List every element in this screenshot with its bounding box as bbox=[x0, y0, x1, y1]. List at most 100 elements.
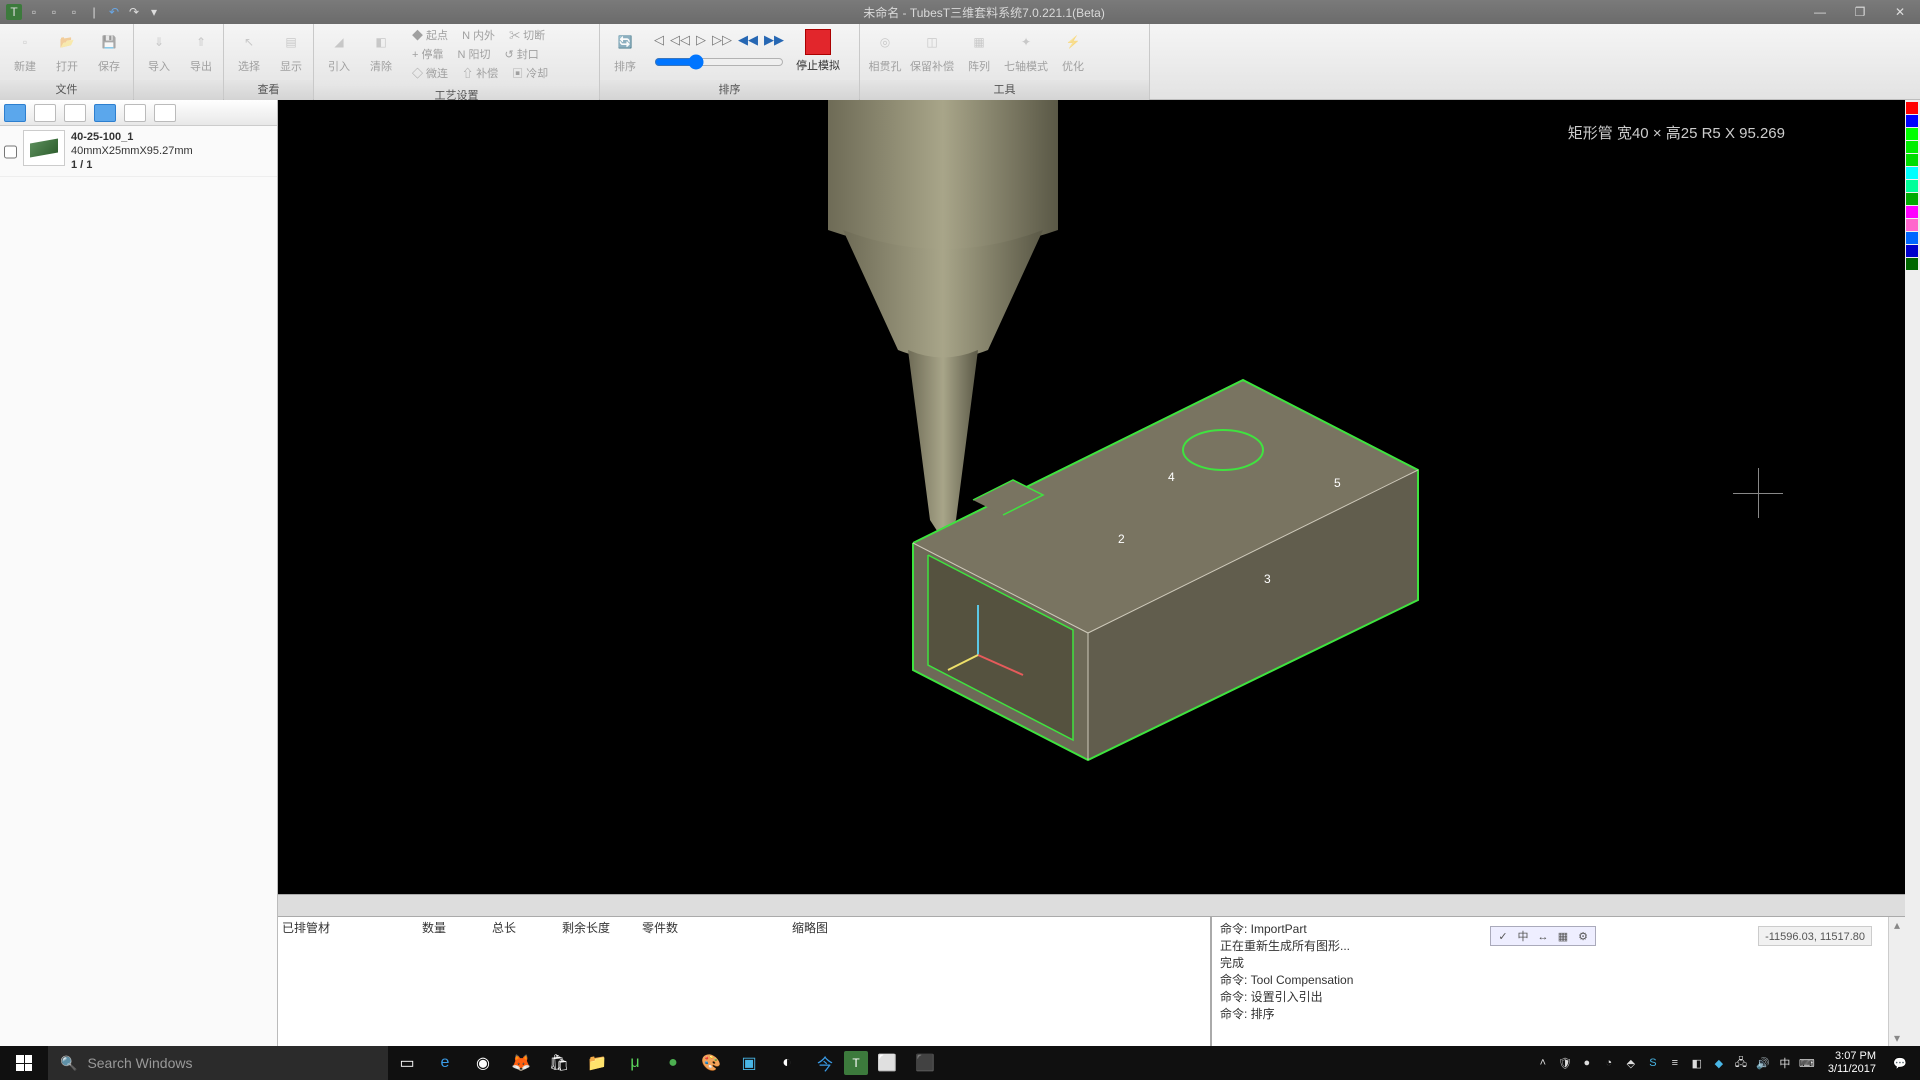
qat-new-icon[interactable]: ▫ bbox=[26, 4, 42, 20]
startpoint-button[interactable]: ◆ 起点 bbox=[410, 26, 450, 44]
store-icon[interactable]: 🛍 bbox=[540, 1046, 578, 1080]
layer-color-swatch[interactable] bbox=[1906, 141, 1918, 153]
qat-save-icon[interactable]: ▫ bbox=[66, 4, 82, 20]
optimize-button[interactable]: ⚡优化 bbox=[1054, 26, 1092, 76]
parts-tool-4-icon[interactable] bbox=[94, 104, 116, 122]
layer-color-swatch[interactable] bbox=[1906, 193, 1918, 205]
maximize-button[interactable]: ❐ bbox=[1840, 0, 1880, 24]
cut-button[interactable]: ✂ 切断 bbox=[507, 26, 547, 44]
sevenaxis-button[interactable]: ✦七轴模式 bbox=[1002, 26, 1050, 76]
layer-color-swatch[interactable] bbox=[1906, 167, 1918, 179]
app-icon-1[interactable]: 🎨 bbox=[692, 1046, 730, 1080]
compensate-button[interactable]: ⇧ 补偿 bbox=[460, 64, 500, 82]
sim-step-back-icon[interactable]: ◁◁ bbox=[670, 32, 690, 48]
camtasia-icon[interactable]: ⬜ bbox=[868, 1046, 906, 1080]
app-icon-4[interactable]: 今 bbox=[806, 1046, 844, 1080]
cooling-button[interactable]: ▣ 冷却 bbox=[510, 64, 550, 82]
tray-shield-icon[interactable]: 🛡 bbox=[1556, 1054, 1574, 1072]
action-center-icon[interactable]: 💬 bbox=[1888, 1054, 1912, 1072]
export-button[interactable]: ⇑导出 bbox=[182, 26, 220, 76]
parts-tool-2-icon[interactable] bbox=[34, 104, 56, 122]
inout-button[interactable]: N 内外 bbox=[460, 26, 497, 44]
microjoint-button[interactable]: ◇ 微连 bbox=[410, 64, 450, 82]
tray-icon-4[interactable]: S bbox=[1644, 1054, 1662, 1072]
edge-icon[interactable]: e bbox=[426, 1046, 464, 1080]
layer-color-swatch[interactable] bbox=[1906, 206, 1918, 218]
autosort-button[interactable]: 🔄排序 bbox=[606, 26, 644, 76]
sim-speed-slider[interactable] bbox=[654, 54, 784, 70]
wechat-icon[interactable]: ● bbox=[654, 1046, 692, 1080]
status-icon-grid[interactable]: ▦ bbox=[1554, 928, 1572, 944]
app-icon-2[interactable]: ▣ bbox=[730, 1046, 768, 1080]
tray-icon-6[interactable]: ◧ bbox=[1688, 1054, 1706, 1072]
firefox-icon[interactable]: 🦊 bbox=[502, 1046, 540, 1080]
new-button[interactable]: ▫新建 bbox=[6, 26, 44, 76]
tray-icon-2[interactable]: ◔ bbox=[1600, 1054, 1618, 1072]
array-button[interactable]: ▦阵列 bbox=[960, 26, 998, 76]
status-icon-check[interactable]: ✓ bbox=[1494, 928, 1512, 944]
qat-icon-1[interactable]: T bbox=[6, 4, 22, 20]
layer-color-swatch[interactable] bbox=[1906, 102, 1918, 114]
taskbar-clock[interactable]: 3:07 PM 3/11/2017 bbox=[1820, 1050, 1884, 1076]
qat-undo-icon[interactable]: ↶ bbox=[106, 4, 122, 20]
viewport-3d[interactable]: 矩形管 宽40 × 高25 R5 X 95.269 bbox=[278, 100, 1905, 894]
status-icon-ime[interactable]: 中 bbox=[1514, 928, 1532, 944]
part-checkbox[interactable] bbox=[4, 132, 17, 172]
recorder-icon[interactable]: ⬛ bbox=[906, 1046, 944, 1080]
task-view-icon[interactable]: ▭ bbox=[388, 1046, 426, 1080]
display-button[interactable]: ▤显示 bbox=[272, 26, 310, 76]
tray-icon-3[interactable]: ⬘ bbox=[1622, 1054, 1640, 1072]
seal-button[interactable]: ↺ 封口 bbox=[502, 45, 540, 63]
status-icon-settings[interactable]: ⚙ bbox=[1574, 928, 1592, 944]
leadin-button[interactable]: ◢引入 bbox=[320, 26, 358, 76]
dock-button[interactable]: + 停靠 bbox=[410, 45, 445, 63]
sim-play-icon[interactable]: ▷ bbox=[696, 32, 706, 48]
tray-icon-1[interactable]: ● bbox=[1578, 1054, 1596, 1072]
part-item[interactable]: 40-25-100_1 40mmX25mmX95.27mm 1 / 1 bbox=[0, 126, 277, 177]
select-button[interactable]: ↖选择 bbox=[230, 26, 268, 76]
minimize-button[interactable]: — bbox=[1800, 0, 1840, 24]
open-button[interactable]: 📂打开 bbox=[48, 26, 86, 76]
explorer-icon[interactable]: 📁 bbox=[578, 1046, 616, 1080]
sim-step-fwd-icon[interactable]: ▷▷ bbox=[712, 32, 732, 48]
layer-color-swatch[interactable] bbox=[1906, 245, 1918, 257]
status-icon-pan[interactable]: ↔ bbox=[1534, 928, 1552, 944]
clear-button[interactable]: ◧清除 bbox=[362, 26, 400, 76]
chrome-icon[interactable]: ◉ bbox=[464, 1046, 502, 1080]
parts-tool-add-icon[interactable] bbox=[4, 104, 26, 122]
qat-redo-icon[interactable]: ↷ bbox=[126, 4, 142, 20]
layer-color-swatch[interactable] bbox=[1906, 232, 1918, 244]
stop-sim-button[interactable]: 停止模拟 bbox=[794, 27, 842, 75]
intersection-button[interactable]: ◎相贯孔 bbox=[866, 26, 904, 76]
sim-prev-frame-icon[interactable]: ◁ bbox=[654, 32, 664, 48]
parts-tool-6-icon[interactable] bbox=[154, 104, 176, 122]
layer-color-swatch[interactable] bbox=[1906, 115, 1918, 127]
layer-color-swatch[interactable] bbox=[1906, 219, 1918, 231]
layer-color-swatch[interactable] bbox=[1906, 258, 1918, 270]
taskbar-search[interactable]: 🔍 Search Windows bbox=[48, 1046, 388, 1080]
qat-open-icon[interactable]: ▫ bbox=[46, 4, 62, 20]
tray-icon-7[interactable]: ◆ bbox=[1710, 1054, 1728, 1072]
tray-volume-icon[interactable]: 🔊 bbox=[1754, 1054, 1772, 1072]
layer-color-swatch[interactable] bbox=[1906, 128, 1918, 140]
outercut-button[interactable]: N 阳切 bbox=[455, 45, 492, 63]
tray-icon-5[interactable]: ≡ bbox=[1666, 1054, 1684, 1072]
qat-dropdown-icon[interactable]: ▾ bbox=[146, 4, 162, 20]
tray-network-icon[interactable]: 🖧 bbox=[1732, 1054, 1750, 1072]
log-scrollbar[interactable]: ▴ ▾ bbox=[1888, 917, 1905, 1046]
parts-tool-5-icon[interactable] bbox=[124, 104, 146, 122]
save-button[interactable]: 💾保存 bbox=[90, 26, 128, 76]
nesting-table[interactable]: 已排管材 数量 总长 剩余长度 零件数 缩略图 bbox=[278, 917, 1212, 1046]
start-button[interactable] bbox=[0, 1046, 48, 1080]
sim-ffwd-icon[interactable]: ▶▶ bbox=[764, 32, 784, 48]
keepcomp-button[interactable]: ◫保留补偿 bbox=[908, 26, 956, 76]
app-icon-3[interactable]: ◐ bbox=[768, 1046, 806, 1080]
utorrent-icon[interactable]: μ bbox=[616, 1046, 654, 1080]
parts-tool-3-icon[interactable] bbox=[64, 104, 86, 122]
tubest-app-icon[interactable]: T bbox=[844, 1051, 868, 1075]
import-button[interactable]: ⇓导入 bbox=[140, 26, 178, 76]
tray-keyboard-icon[interactable]: ⌨ bbox=[1798, 1054, 1816, 1072]
sim-rewind-icon[interactable]: ◀◀ bbox=[738, 32, 758, 48]
layer-color-swatch[interactable] bbox=[1906, 154, 1918, 166]
tray-up-icon[interactable]: ˄ bbox=[1534, 1054, 1552, 1072]
